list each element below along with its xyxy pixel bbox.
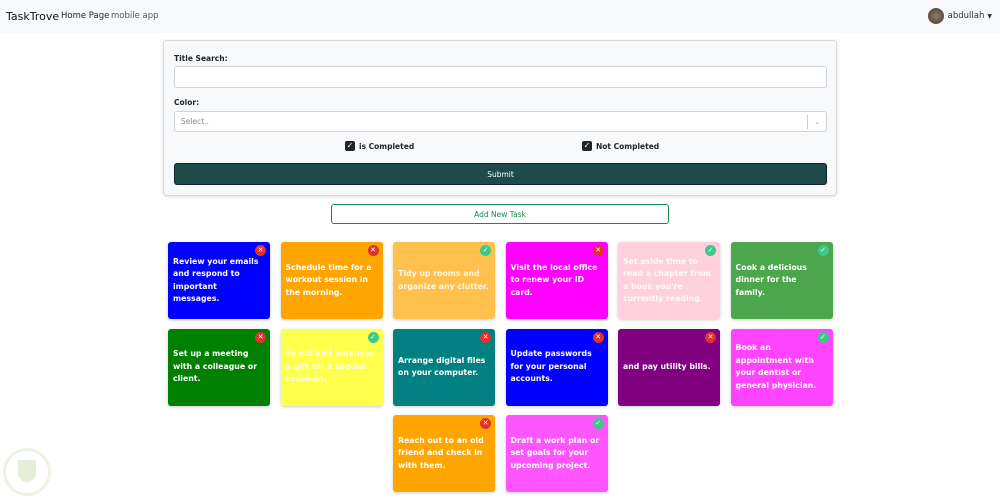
task-card[interactable]: ✕ Update passwords for your personal acco… (505, 328, 608, 406)
add-new-task-button[interactable]: Add New Task (331, 204, 669, 224)
task-card[interactable]: ✕ Set up a meeting with a colleague or cl… (168, 328, 270, 406)
task-card[interactable]: ✕ and pay utility bills. (618, 328, 720, 406)
color-select-placeholder: Select.. (181, 117, 209, 126)
x-circle-icon[interactable]: ✕ (255, 245, 266, 256)
task-card[interactable]: ✕ Visit the local office to renew your ID… (505, 242, 608, 319)
not-completed-label: Not Completed (596, 141, 660, 151)
submit-button[interactable]: Submit (174, 163, 827, 185)
task-text: Reach out to an old friend and check in … (398, 435, 484, 470)
task-card[interactable]: ✓ Set aside time to read a chapter from a… (618, 242, 720, 319)
task-card[interactable]: ✓ Cook a delicious dinner for the family. (730, 242, 833, 319)
task-card[interactable]: ✕ Schedule time for a workout session in … (280, 242, 383, 319)
task-text: Visit the local office to renew your ID … (510, 262, 598, 297)
task-card[interactable]: ✓ Book an appointment with your dentist o… (730, 328, 833, 406)
title-search-input[interactable] (174, 66, 827, 88)
task-text: Update passwords for your personal accou… (510, 349, 592, 384)
x-circle-icon[interactable]: ✕ (592, 245, 604, 256)
avatar (927, 8, 944, 24)
check-circle-icon[interactable]: ✓ (480, 245, 491, 256)
color-select[interactable]: Select.. ⌄ (174, 111, 827, 132)
checkbox-checked-icon[interactable]: ✓ (345, 141, 355, 151)
is-completed-checkbox[interactable]: ✓ is Completed (345, 141, 414, 151)
task-text: Select and purchase a gift for a special… (285, 349, 375, 384)
chevron-down-icon[interactable]: ⌄ (807, 115, 826, 129)
task-text: Set up a meeting with a colleague or cli… (173, 349, 258, 384)
task-text: Schedule time for a workout session in t… (285, 262, 372, 297)
checkbox-checked-icon[interactable]: ✓ (582, 141, 592, 151)
filter-form: Title Search: Color: Select.. ⌄ ✓ is Com… (163, 40, 837, 196)
brand-logo[interactable]: TaskTrove (6, 10, 59, 23)
nav-link-mobile-app[interactable]: mobile app (111, 11, 159, 21)
check-circle-icon[interactable]: ✓ (367, 331, 379, 343)
title-search-label: Title Search: (174, 54, 228, 63)
task-card[interactable]: ✕ Arrange digital files on your computer. (393, 328, 495, 406)
task-card[interactable]: ✓ Tidy up rooms and organize any clutter. (393, 242, 495, 319)
task-text: Book an appointment with your dentist or… (735, 343, 817, 390)
task-card[interactable]: ✕ Review your emails and respond to impor… (168, 242, 270, 319)
task-text: Cook a delicious dinner for the family. (735, 262, 807, 297)
username: abdullah (947, 11, 985, 21)
task-text: and pay utility bills. (623, 361, 711, 371)
check-circle-icon[interactable]: ✓ (705, 245, 716, 256)
check-circle-icon[interactable]: ✓ (592, 418, 604, 429)
task-text: Set aside time to read a chapter from a … (623, 256, 711, 304)
shield-icon (18, 460, 36, 482)
task-card[interactable]: ✓ Select and purchase a gift for a specia… (280, 328, 383, 406)
x-circle-icon[interactable]: ✕ (480, 418, 491, 429)
not-completed-checkbox[interactable]: ✓ Not Completed (582, 141, 659, 151)
task-text: Arrange digital files on your computer. (398, 355, 486, 378)
navbar: TaskTrove Home Page mobile app abdullah … (0, 0, 1000, 33)
task-text: Tidy up rooms and organize any clutter. (398, 269, 489, 291)
x-circle-icon[interactable]: ✕ (255, 331, 266, 343)
x-circle-icon[interactable]: ✕ (367, 245, 379, 256)
color-label: Color: (174, 98, 200, 107)
task-text: Draft a work plan or set goals for your … (510, 435, 600, 470)
task-text: Review your emails and respond to import… (173, 256, 259, 304)
watermark-logo (3, 448, 51, 496)
x-circle-icon[interactable]: ✕ (705, 331, 716, 343)
check-circle-icon[interactable]: ✓ (817, 245, 829, 256)
caret-down-icon: ▼ (987, 12, 992, 20)
task-card[interactable]: ✕ Reach out to an old friend and check in… (393, 415, 495, 492)
x-circle-icon[interactable]: ✕ (592, 331, 604, 343)
task-card[interactable]: ✓ Draft a work plan or set goals for your… (505, 415, 608, 492)
x-circle-icon[interactable]: ✕ (480, 331, 491, 343)
nav-link-home[interactable]: Home Page (61, 11, 109, 21)
user-menu[interactable]: abdullah ▼ (927, 8, 992, 24)
check-circle-icon[interactable]: ✓ (817, 331, 829, 343)
is-completed-label: is Completed (359, 141, 415, 151)
